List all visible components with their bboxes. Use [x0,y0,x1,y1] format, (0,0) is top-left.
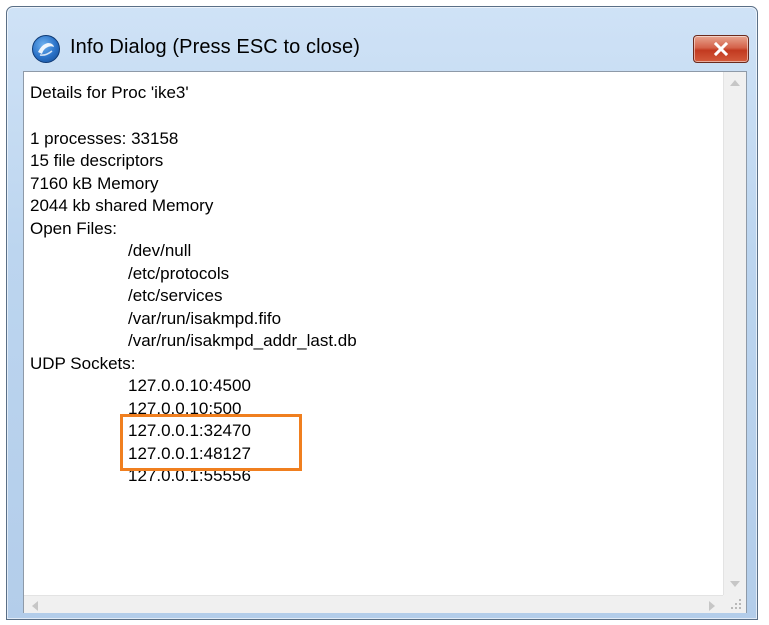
open-file-item: /var/run/isakmpd.fifo [128,309,282,328]
chevron-right-icon [709,601,715,611]
scroll-down-button[interactable] [724,573,746,595]
horizontal-scrollbar[interactable] [24,595,723,613]
info-text-area[interactable]: Details for Proc 'ike3' 1 processes: 331… [24,72,723,595]
open-files-label: Open Files: [30,219,117,238]
chevron-up-icon [730,80,740,86]
memory-line: 7160 kB Memory [30,174,159,193]
processes-line: 1 processes: 33158 [30,129,179,148]
info-text-panel: Details for Proc 'ike3' 1 processes: 331… [23,71,747,613]
scroll-right-button[interactable] [701,596,723,614]
file-descriptors-line: 15 file descriptors [30,151,164,170]
open-file-item: /dev/null [128,241,192,260]
shared-memory-line: 2044 kb shared Memory [30,196,214,215]
proc-heading: Details for Proc 'ike3' [30,83,189,102]
udp-socket-item: 127.0.0.10:4500 [128,376,251,395]
info-dialog-window: Info Dialog (Press ESC to close) Details… [6,6,758,620]
chevron-left-icon [32,601,38,611]
resize-grip-icon [731,599,741,609]
open-file-item: /etc/services [128,286,223,305]
resize-grip[interactable] [723,595,746,613]
close-x-icon [713,41,729,57]
open-file-item: /etc/protocols [128,264,230,283]
app-globe-icon [32,35,60,63]
title-bar[interactable]: Info Dialog (Press ESC to close) [7,7,757,63]
open-file-item: /var/run/isakmpd_addr_last.db [128,331,357,350]
highlight-annotation-box [120,414,302,471]
window-title: Info Dialog (Press ESC to close) [70,36,360,58]
scroll-up-button[interactable] [724,72,746,94]
chevron-down-icon [730,581,740,587]
udp-sockets-label: UDP Sockets: [30,354,136,373]
scroll-left-button[interactable] [24,596,46,614]
vertical-scrollbar[interactable] [723,72,746,595]
close-button[interactable] [693,35,749,63]
